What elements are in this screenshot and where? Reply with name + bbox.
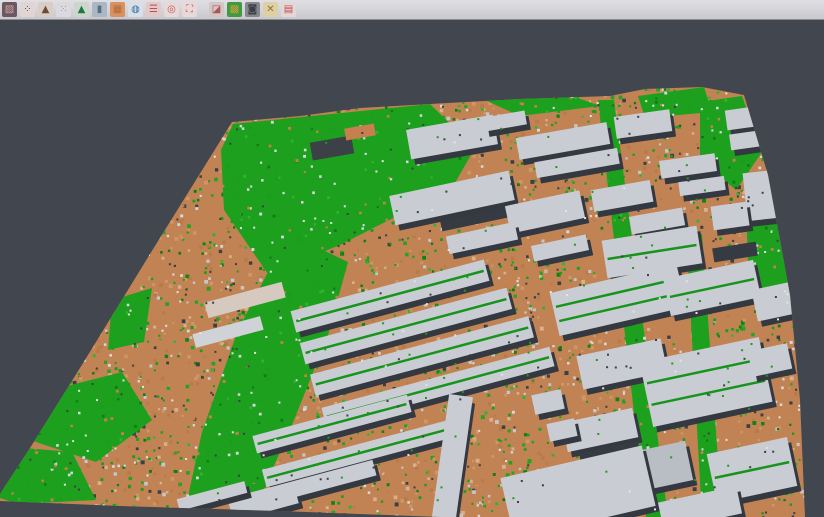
select-region-icon[interactable]: ⛶ xyxy=(182,2,197,17)
settings-ring-icon[interactable]: ◎ xyxy=(164,2,179,17)
layer-list-icon[interactable]: ☰ xyxy=(146,2,161,17)
3d-viewport[interactable] xyxy=(0,20,824,517)
classification-map-icon[interactable]: ▩ xyxy=(227,2,242,17)
scatter-points-icon[interactable]: ⁘ xyxy=(20,2,35,17)
toolbar: ▨⁘▲⁙▲▮▦◍☰◎⛶◪▩◙✕▤ xyxy=(0,0,824,20)
terrain-icon[interactable]: ▲ xyxy=(38,2,53,17)
point-cloud-scene xyxy=(0,20,824,517)
flag-note-icon[interactable]: ▤ xyxy=(281,2,296,17)
profile-view-icon[interactable]: ▮ xyxy=(92,2,107,17)
toolbar-separator xyxy=(200,2,206,17)
open-project-icon[interactable]: ▨ xyxy=(2,2,17,17)
dem-icon[interactable]: ▲ xyxy=(74,2,89,17)
orthophoto-icon[interactable]: ▦ xyxy=(110,2,125,17)
sparse-points-icon[interactable]: ⁙ xyxy=(56,2,71,17)
globe-icon[interactable]: ◍ xyxy=(128,2,143,17)
measure-icon[interactable]: ✕ xyxy=(263,2,278,17)
clip-box-icon[interactable]: ◪ xyxy=(209,2,224,17)
snapshot-icon[interactable]: ◙ xyxy=(245,2,260,17)
